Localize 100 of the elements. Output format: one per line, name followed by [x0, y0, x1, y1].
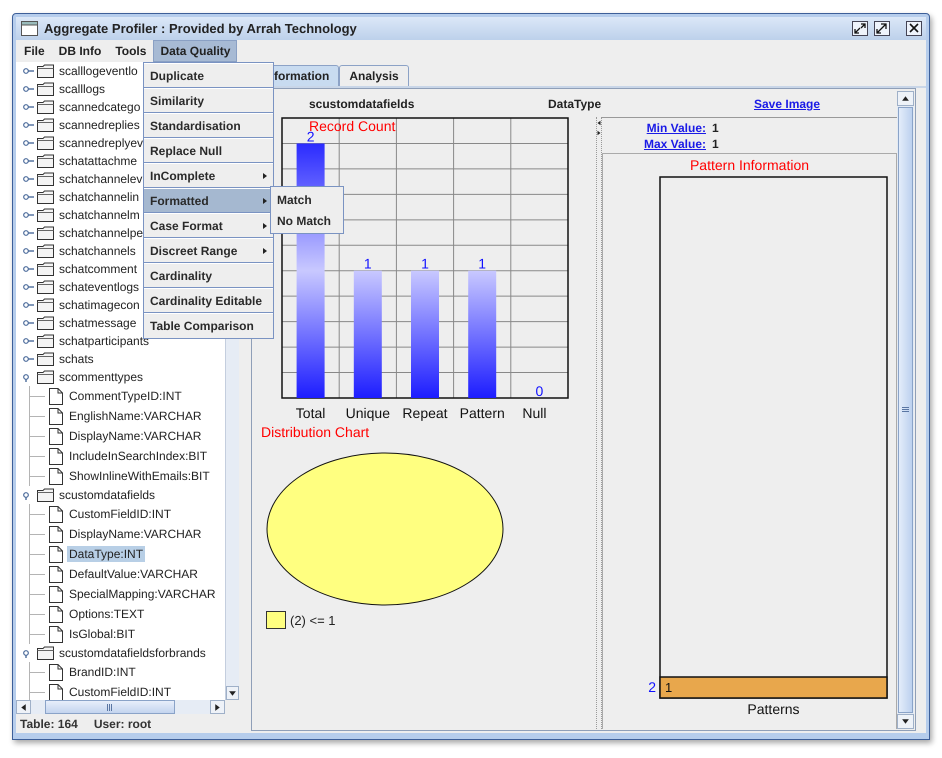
scrollbar[interactable]	[897, 91, 914, 729]
collapse-left-icon[interactable]	[596, 119, 602, 127]
tree-item[interactable]: DataType:INT	[67, 546, 146, 562]
tree-item[interactable]: EnglishName:VARCHAR	[67, 408, 204, 424]
tree-item[interactable]: BrandID:INT	[67, 664, 138, 680]
down-arrow-icon	[228, 688, 237, 698]
tree-item[interactable]: scalllogs	[57, 81, 108, 97]
toggle-handle[interactable]	[23, 318, 34, 328]
tree-item[interactable]: schatmessage	[57, 315, 138, 331]
tree-item[interactable]: schats	[57, 351, 96, 367]
column-name: DataType	[548, 97, 602, 111]
toggle-handle[interactable]	[23, 264, 34, 274]
toggle-handle[interactable]	[23, 282, 34, 292]
menu-item[interactable]: Formatted	[144, 188, 273, 213]
tree-item[interactable]: schatimagecon	[57, 297, 142, 313]
scroll-up-button[interactable]	[897, 91, 914, 106]
scroll-thumb[interactable]	[45, 700, 175, 714]
menu-item[interactable]: Tools	[108, 40, 154, 62]
toggle-handle[interactable]	[23, 336, 34, 346]
toggle-handle[interactable]	[23, 246, 34, 256]
folder-icon	[37, 208, 54, 222]
folder-icon	[37, 334, 54, 348]
tree-item[interactable]: scustomdatafieldsforbrands	[57, 645, 208, 661]
toggle-handle[interactable]	[23, 174, 34, 184]
tree-item[interactable]: scannedreplyev	[57, 135, 146, 151]
tree-item[interactable]: schatattachme	[57, 153, 140, 169]
toggle-handle[interactable]	[23, 300, 34, 310]
restore-button[interactable]	[852, 21, 868, 36]
tree-item[interactable]: Options:TEXT	[67, 606, 146, 622]
tree-item[interactable]: schatchannelm	[57, 207, 142, 223]
tree-item[interactable]: CommentTypeID:INT	[67, 388, 184, 404]
toggle-handle[interactable]	[23, 102, 34, 112]
document-icon	[49, 468, 63, 484]
menu-item[interactable]: Discreet Range	[144, 238, 273, 263]
tree-item[interactable]: scannedreplies	[57, 117, 142, 133]
toggle-handle[interactable]	[23, 66, 34, 76]
max-value: 1	[712, 137, 720, 151]
tree-item[interactable]: CustomFieldID:INT	[67, 506, 174, 522]
toggle-handle[interactable]	[23, 192, 34, 202]
collapse-right-icon[interactable]	[596, 129, 602, 137]
data-label: 1	[364, 256, 372, 272]
scroll-down-button[interactable]	[226, 686, 239, 700]
scroll-left-button[interactable]	[16, 700, 31, 714]
scroll-thumb[interactable]	[898, 107, 913, 713]
tree-item[interactable]: scommenttypes	[57, 369, 146, 385]
folder-icon	[37, 646, 54, 660]
tree-item[interactable]: scannedcatego	[57, 99, 142, 115]
tree-item[interactable]: schatchannels	[57, 243, 138, 259]
tree-item[interactable]: schatchannelin	[57, 189, 142, 205]
document-icon	[49, 506, 63, 522]
tree-item[interactable]: schatchannelev	[57, 171, 144, 187]
menu-item[interactable]: Cardinality	[144, 263, 273, 288]
toggle-handle[interactable]	[23, 228, 34, 238]
scroll-down-button[interactable]	[897, 714, 914, 729]
tree-item[interactable]: DefaultValue:VARCHAR	[67, 566, 200, 582]
tree-item[interactable]: schatchannelpe	[57, 225, 146, 241]
menu-item[interactable]: Replace Null	[144, 138, 273, 163]
toggle-handle[interactable]	[23, 210, 34, 220]
menu-item[interactable]: DB Info	[52, 40, 108, 62]
tree-item[interactable]: IncludeInSearchIndex:BIT	[67, 448, 210, 464]
up-arrow-icon	[901, 94, 910, 103]
tree-item[interactable]: schatcomment	[57, 261, 140, 277]
close-button[interactable]	[906, 21, 922, 36]
table-name: scustomdatafields	[309, 97, 416, 111]
menu-item[interactable]: Similarity	[144, 88, 273, 113]
scrollbar[interactable]	[16, 700, 225, 714]
tree-item[interactable]: DisplayName:VARCHAR	[67, 428, 204, 444]
menu-item[interactable]: Match	[271, 189, 343, 210]
toggle-handle[interactable]	[23, 156, 34, 166]
tree-item[interactable]: scustomdatafields	[57, 487, 158, 503]
tab[interactable]: Analysis	[339, 65, 409, 86]
folder-icon	[37, 136, 54, 150]
menu-item[interactable]: Duplicate	[144, 63, 273, 88]
max-value-link[interactable]: Max Value:	[644, 137, 706, 151]
tree-item[interactable]: schateventlogs	[57, 279, 142, 295]
min-value-link[interactable]: Min Value:	[646, 121, 706, 135]
toggle-handle[interactable]	[23, 138, 34, 148]
tree-item[interactable]: IsGlobal:BIT	[67, 626, 138, 642]
tree-item[interactable]: ShowInlineWithEmails:BIT	[67, 468, 212, 484]
folder-icon	[37, 226, 54, 240]
toggle-handle[interactable]	[23, 84, 34, 94]
document-icon	[49, 428, 63, 444]
tree-item[interactable]: SpecialMapping:VARCHAR	[67, 586, 218, 602]
maximize-button[interactable]	[874, 21, 890, 36]
menu-item[interactable]: Standardisation	[144, 113, 273, 138]
toggle-handle[interactable]	[23, 120, 34, 130]
menu-item[interactable]: Cardinality Editable	[144, 288, 273, 313]
document-icon	[49, 388, 63, 404]
toggle-handle[interactable]	[23, 354, 34, 364]
menu-item[interactable]: Data Quality	[153, 40, 238, 62]
scroll-right-button[interactable]	[210, 700, 225, 714]
menu-item[interactable]: Table Comparison	[144, 313, 273, 338]
menu-item[interactable]: File	[17, 40, 52, 62]
tree-item[interactable]: scalllogeventlo	[57, 63, 140, 79]
axis-label: Null	[522, 405, 546, 421]
menu-item[interactable]: No Match	[271, 210, 343, 231]
tree-item[interactable]: DisplayName:VARCHAR	[67, 526, 204, 542]
save-image-link[interactable]: Save Image	[754, 97, 820, 111]
tree-item[interactable]: CustomFieldID:INT	[67, 684, 174, 700]
folder-icon	[37, 100, 54, 114]
